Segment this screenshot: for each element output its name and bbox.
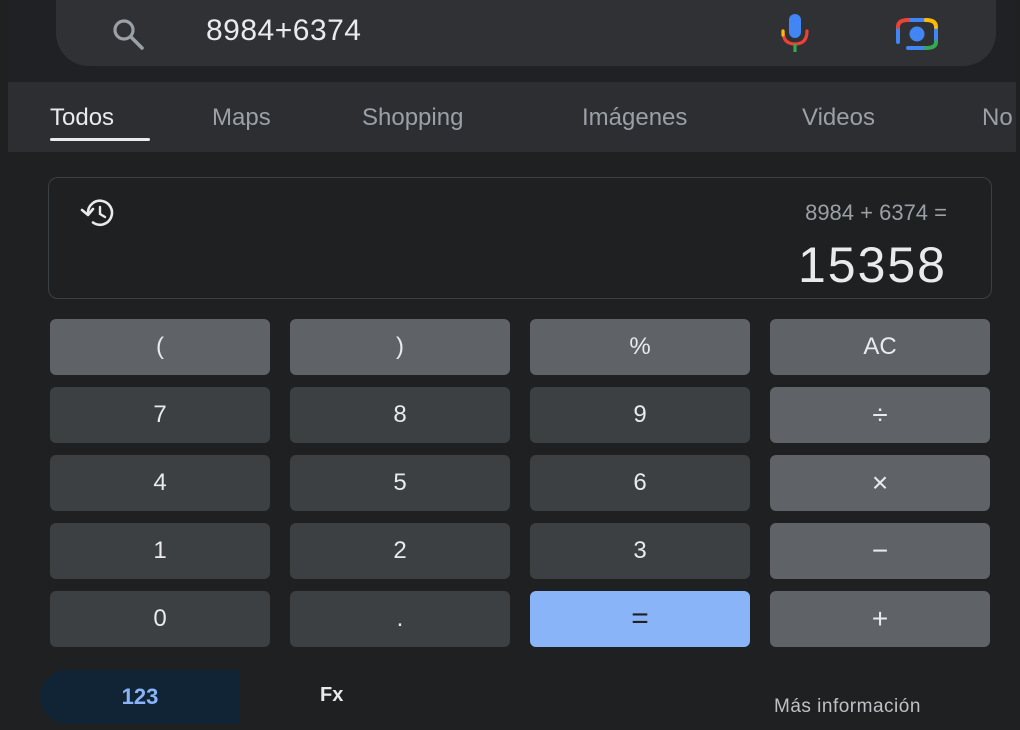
key-2[interactable]: 2 xyxy=(290,523,510,579)
more-info-link[interactable]: Más información xyxy=(774,696,921,718)
mode-basic-button[interactable]: 123 xyxy=(40,670,240,724)
search-query[interactable]: 8984+6374 xyxy=(206,14,362,48)
key-divide[interactable]: ÷ xyxy=(770,387,990,443)
key-5[interactable]: 5 xyxy=(290,455,510,511)
search-tabs: Todos Maps Shopping Imágenes Videos No xyxy=(8,82,1016,152)
top-bar: 8984+6374 xyxy=(8,0,1016,82)
key-percent[interactable]: % xyxy=(530,319,750,375)
key-7[interactable]: 7 xyxy=(50,387,270,443)
mode-fx-button[interactable]: Fx xyxy=(320,684,343,707)
key-close-paren[interactable]: ) xyxy=(290,319,510,375)
key-equals[interactable]: = xyxy=(530,591,750,647)
tab-imagenes[interactable]: Imágenes xyxy=(582,104,687,132)
search-box[interactable]: 8984+6374 xyxy=(56,0,996,66)
key-0[interactable]: 0 xyxy=(50,591,270,647)
mic-icon[interactable] xyxy=(778,12,812,54)
key-multiply[interactable]: × xyxy=(770,455,990,511)
active-tab-indicator xyxy=(50,138,150,141)
key-add[interactable]: + xyxy=(770,591,990,647)
tab-todos[interactable]: Todos xyxy=(50,104,114,132)
key-subtract[interactable]: − xyxy=(770,523,990,579)
key-decimal[interactable]: . xyxy=(290,591,510,647)
lens-icon[interactable] xyxy=(892,14,942,52)
calculator-expression: 8984 + 6374 = xyxy=(805,200,947,225)
key-4[interactable]: 4 xyxy=(50,455,270,511)
key-3[interactable]: 3 xyxy=(530,523,750,579)
key-6[interactable]: 6 xyxy=(530,455,750,511)
calculator-result: 15358 xyxy=(797,237,947,293)
key-open-paren[interactable]: ( xyxy=(50,319,270,375)
tab-shopping[interactable]: Shopping xyxy=(362,104,463,132)
key-8[interactable]: 8 xyxy=(290,387,510,443)
tab-videos[interactable]: Videos xyxy=(802,104,875,132)
key-1[interactable]: 1 xyxy=(50,523,270,579)
calculator-display: 8984 + 6374 = 15358 xyxy=(48,177,992,299)
history-icon[interactable] xyxy=(79,196,119,230)
search-icon[interactable] xyxy=(110,16,146,52)
key-all-clear[interactable]: AC xyxy=(770,319,990,375)
tab-maps[interactable]: Maps xyxy=(212,104,271,132)
tab-noticias[interactable]: No xyxy=(982,104,1013,132)
key-9[interactable]: 9 xyxy=(530,387,750,443)
